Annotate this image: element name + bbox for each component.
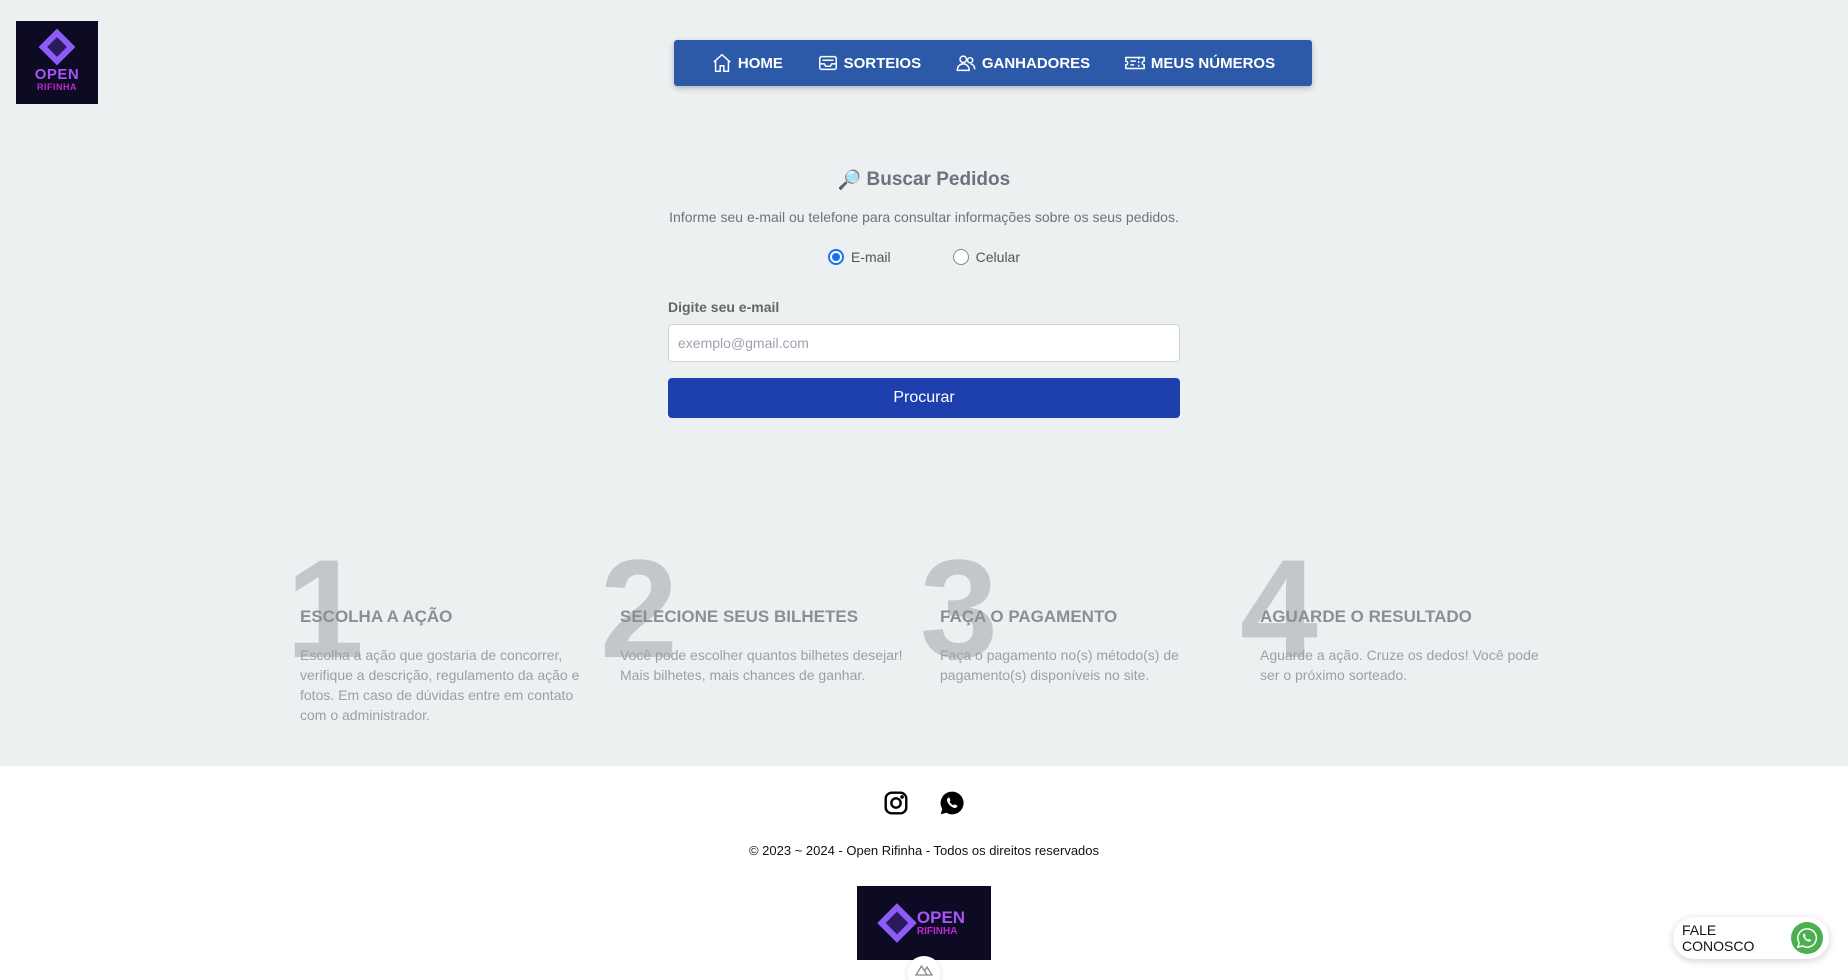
whatsapp-icon [940, 791, 964, 815]
step-title: SELECIONE SEUS BILHETES [620, 607, 859, 626]
step-title: ESCOLHA A AÇÃO [300, 607, 453, 626]
logo-text-rifinha: RIFINHA [916, 925, 958, 937]
logo-diamond-icon [877, 903, 917, 943]
radio-celular[interactable]: Celular [952, 249, 1021, 265]
step-description: Escolha a ação que gostaria de concorrer… [300, 647, 580, 723]
site-logo[interactable]: OPEN RIFINHA [16, 21, 98, 104]
page-title-text: Buscar Pedidos [866, 169, 1011, 190]
main-nav: HOME SORTEIOS GANHADORES MEUS NÚMEROS [674, 40, 1312, 86]
whatsapp-icon [1791, 922, 1823, 954]
search-description: Informe seu e-mail ou telefone para cons… [669, 209, 1179, 225]
magnifier-icon: 🔎 [837, 170, 862, 191]
radio-label: E-mail [850, 249, 891, 265]
nav-item-label: HOME [737, 54, 783, 72]
search-type-radio-group: E-mail Celular [668, 249, 1180, 265]
search-orders-section: 🔎 Buscar Pedidos Informe seu e-mail ou t… [668, 160, 1180, 418]
how-it-works-steps: 1 ESCOLHA A AÇÃO Escolha a ação que gost… [286, 539, 1566, 740]
instagram-icon [884, 791, 908, 815]
inbox-icon [818, 55, 837, 71]
step-description: Faça o pagamento no(s) método(s) de paga… [940, 647, 1179, 683]
nav-item-label: SORTEIOS [843, 54, 922, 72]
instagram-link[interactable] [883, 790, 909, 816]
radio-email[interactable]: E-mail [827, 249, 891, 265]
mountain-icon [915, 964, 933, 976]
social-links [883, 790, 965, 816]
nav-item-sorteios[interactable]: SORTEIOS [817, 52, 922, 74]
ticket-icon [1125, 56, 1145, 70]
logo-text-open: OPEN [34, 65, 80, 83]
home-icon [713, 53, 731, 72]
radio-button-unchecked[interactable] [952, 249, 969, 265]
fale-conosco-button[interactable]: FALE CONOSCO [1673, 917, 1829, 959]
radio-label: Celular [975, 249, 1021, 265]
logo-diamond-icon [38, 28, 76, 65]
step-description: Aguarde a ação. Cruze os dedos! Você pod… [1260, 647, 1539, 683]
step-title: AGUARDE O RESULTADO [1260, 607, 1472, 626]
nav-item-label: MEUS NÚMEROS [1150, 54, 1276, 72]
radio-button-checked[interactable] [827, 249, 844, 265]
users-icon [956, 55, 976, 72]
nav-item-label: GANHADORES [981, 54, 1091, 72]
email-field[interactable] [668, 324, 1180, 362]
footer-logo-text: OPEN RIFINHA [916, 907, 966, 937]
nav-item-ganhadores[interactable]: GANHADORES [955, 52, 1090, 74]
nav-item-home[interactable]: HOME [711, 52, 783, 74]
whatsapp-link[interactable] [939, 790, 965, 816]
nav-item-meus-numeros[interactable]: MEUS NÚMEROS [1124, 52, 1275, 74]
email-field-label: Digite seu e-mail [668, 299, 780, 315]
logo-text-open: OPEN [916, 907, 966, 927]
copyright-text: © 2023 ~ 2024 - Open Rifinha - Todos os … [748, 843, 1100, 858]
site-footer: © 2023 ~ 2024 - Open Rifinha - Todos os … [0, 766, 1848, 980]
step-title: FAÇA O PAGAMENTO [940, 607, 1118, 626]
footer-logo: OPEN RIFINHA [857, 886, 991, 960]
page-title: 🔎 Buscar Pedidos [838, 168, 1010, 192]
logo-text-rifinha: RIFINHA [37, 81, 77, 92]
search-button[interactable]: Procurar [668, 378, 1180, 418]
fale-conosco-label: FALE CONOSCO [1682, 922, 1755, 954]
step-description: Você pode escolher quantos bilhetes dese… [620, 647, 903, 683]
